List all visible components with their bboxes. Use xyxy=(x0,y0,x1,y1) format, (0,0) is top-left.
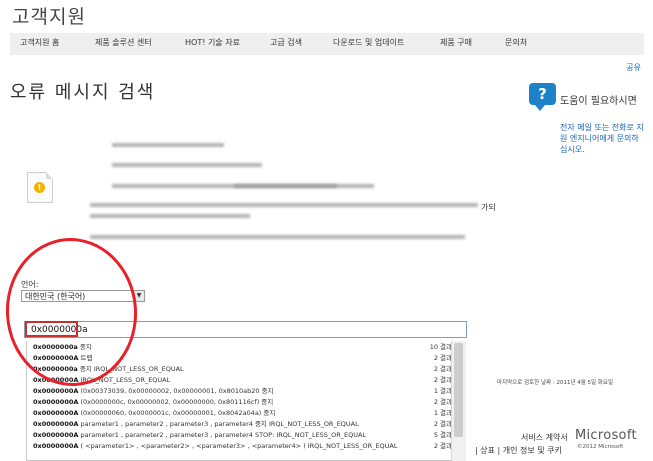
nav-item-solution-center[interactable]: 제품 솔루션 센터 xyxy=(95,37,152,48)
nav-item-downloads[interactable]: 다운로드 및 업데이트 xyxy=(333,37,404,48)
blurred-text xyxy=(234,184,374,188)
nav-item-buy[interactable]: 제품 구매 xyxy=(440,37,472,48)
blurred-text xyxy=(90,203,478,207)
microsoft-logo: Microsoft xyxy=(575,428,637,443)
help-contact-link[interactable]: 전자 메일 또는 전화로 지원 엔지니어에게 문의하십시오. xyxy=(560,122,646,155)
search-suggestions: 0x0000000a 중지 10 결과 0x0000000A 트랩 2 결과 0… xyxy=(26,341,466,461)
blurred-text xyxy=(112,143,224,147)
suggestion-item[interactable]: 0x0000000A parameter1 , parameter2 , par… xyxy=(27,419,452,429)
suggestion-item[interactable]: 0x0000000A ( <parameter1> , <parameter2>… xyxy=(27,441,452,451)
result-count: 2 결과 xyxy=(433,365,452,373)
top-nav: 고객지원 홈 제품 솔루션 센터 HOT! 기술 자료 고급 검색 다운로드 및… xyxy=(10,33,644,55)
help-title: 도움이 필요하시면 xyxy=(560,96,637,107)
nav-item-home[interactable]: 고객지원 홈 xyxy=(20,37,59,48)
nav-item-contact[interactable]: 문의처 xyxy=(505,37,527,48)
site-title[interactable]: 고객지원 xyxy=(12,2,86,29)
language-select-value: 대한민국 (한국어) xyxy=(25,292,86,301)
language-select[interactable]: 대한민국 (한국어) ▼ xyxy=(21,290,145,302)
result-count: 5 결과 xyxy=(433,431,452,439)
suggestion-item[interactable]: 0x0000000a 중지 10 결과 xyxy=(27,342,452,352)
nav-item-advanced-search[interactable]: 고급 검색 xyxy=(270,37,302,48)
result-count: 2 결과 xyxy=(433,420,452,428)
nav-item-hot-articles[interactable]: HOT! 기술 자료 xyxy=(185,37,240,48)
suggestion-item[interactable]: 0x0000000A parameter1 , parameter2 , par… xyxy=(27,430,452,440)
language-label: 언어: xyxy=(21,280,39,289)
result-count: 10 결과 xyxy=(429,343,452,351)
copyright: ©2012 Microsoft xyxy=(577,444,624,450)
result-count: 2 결과 xyxy=(433,442,452,450)
result-count: 2 결과 xyxy=(433,354,452,362)
search-input[interactable] xyxy=(27,323,461,336)
suggestion-item[interactable]: 0x0000000A (0x00373039, 0x00000002, 0x00… xyxy=(27,386,452,396)
result-count: 2 결과 xyxy=(433,398,452,406)
result-count: 1 결과 xyxy=(433,387,452,395)
blurred-text xyxy=(112,163,262,167)
document-warning-icon: ! xyxy=(27,172,53,203)
result-count: 1 결과 xyxy=(433,409,452,417)
blurred-text xyxy=(90,235,465,239)
suggestion-item[interactable]: 0x0000000A IRQL_NOT_LESS_OR_EQUAL 2 결과 xyxy=(27,375,452,385)
search-box[interactable] xyxy=(24,321,467,338)
suggestions-scrollbar[interactable] xyxy=(451,341,466,461)
result-count: 2 결과 xyxy=(433,376,452,384)
suggestion-item[interactable]: 0x0000000A (0x00000060, 0x0000001c, 0x00… xyxy=(27,408,452,418)
scrollbar-thumb[interactable] xyxy=(454,343,463,437)
suggestion-item[interactable]: 0x0000000a 중지 IRQL_NOT_LESS_OR_EQUAL 2 결… xyxy=(27,364,452,374)
chevron-down-icon[interactable]: ▼ xyxy=(133,291,144,301)
blurred-text xyxy=(90,214,250,218)
terms-link[interactable]: 서비스 계약서 xyxy=(521,432,568,443)
page-title: 오류 메시지 검색 xyxy=(10,82,156,103)
blurred-text-suffix: 가되 xyxy=(481,203,496,212)
share-link[interactable]: 공유 xyxy=(626,62,641,73)
suggestion-item[interactable]: 0x0000000A (0x0000000c, 0x00000002, 0x00… xyxy=(27,397,452,407)
last-review-date: 마지막으로 검토한 날짜 : 2011년 4월 5일 화요일 xyxy=(497,380,614,386)
suggestion-item[interactable]: 0x0000000A 트랩 2 결과 xyxy=(27,353,452,363)
question-icon: ? xyxy=(529,83,556,111)
footer-links[interactable]: | 상표 | 개인 정보 및 쿠키 xyxy=(475,445,562,456)
